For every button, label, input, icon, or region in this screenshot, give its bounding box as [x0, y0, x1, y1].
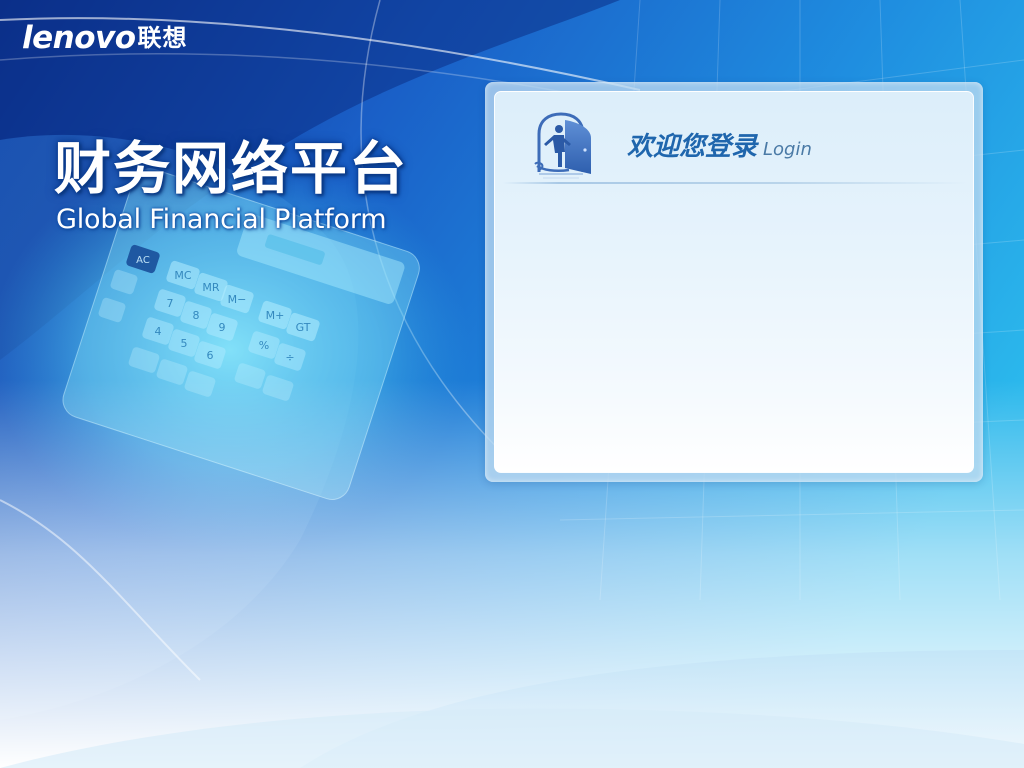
brand-wordmark-cn: 联想 [137, 24, 188, 52]
brand-wordmark: lenovo [22, 20, 136, 56]
calc-key-divide: ÷ [285, 351, 294, 364]
platform-title-cn: 财务网络平台 [54, 136, 408, 202]
calc-key-8: 8 [193, 309, 200, 322]
login-heading: 欢迎您登录 Login [627, 129, 812, 168]
calc-key-6: 6 [207, 349, 214, 362]
calc-key-4: 4 [155, 325, 162, 338]
calc-key-mminus: M− [228, 293, 247, 306]
login-title-text: 欢迎您登录 [627, 132, 758, 162]
calc-key-percent: % [259, 339, 269, 352]
calc-key-5: 5 [181, 337, 188, 350]
svg-text:AC: AC [136, 255, 150, 266]
calc-key-mr: MR [202, 281, 219, 294]
calc-key-mplus: M+ [266, 309, 285, 322]
calc-key-gt: GT [296, 321, 311, 334]
brand-logo: lenovo 联想 [22, 20, 188, 56]
header-divider [503, 182, 967, 184]
calc-key-7: 7 [167, 297, 174, 310]
login-panel: 欢迎您登录 Login [485, 82, 983, 482]
door-person-icon [534, 112, 591, 179]
platform-title-en: Global Financial Platform [56, 204, 387, 235]
calc-key-9: 9 [219, 321, 226, 334]
calc-key-mc: MC [174, 269, 191, 282]
login-panel-inner: 欢迎您登录 Login [494, 91, 974, 473]
login-form-area [495, 186, 973, 472]
login-header: 欢迎您登录 Login [495, 92, 973, 184]
login-subtitle: Login [763, 139, 812, 160]
